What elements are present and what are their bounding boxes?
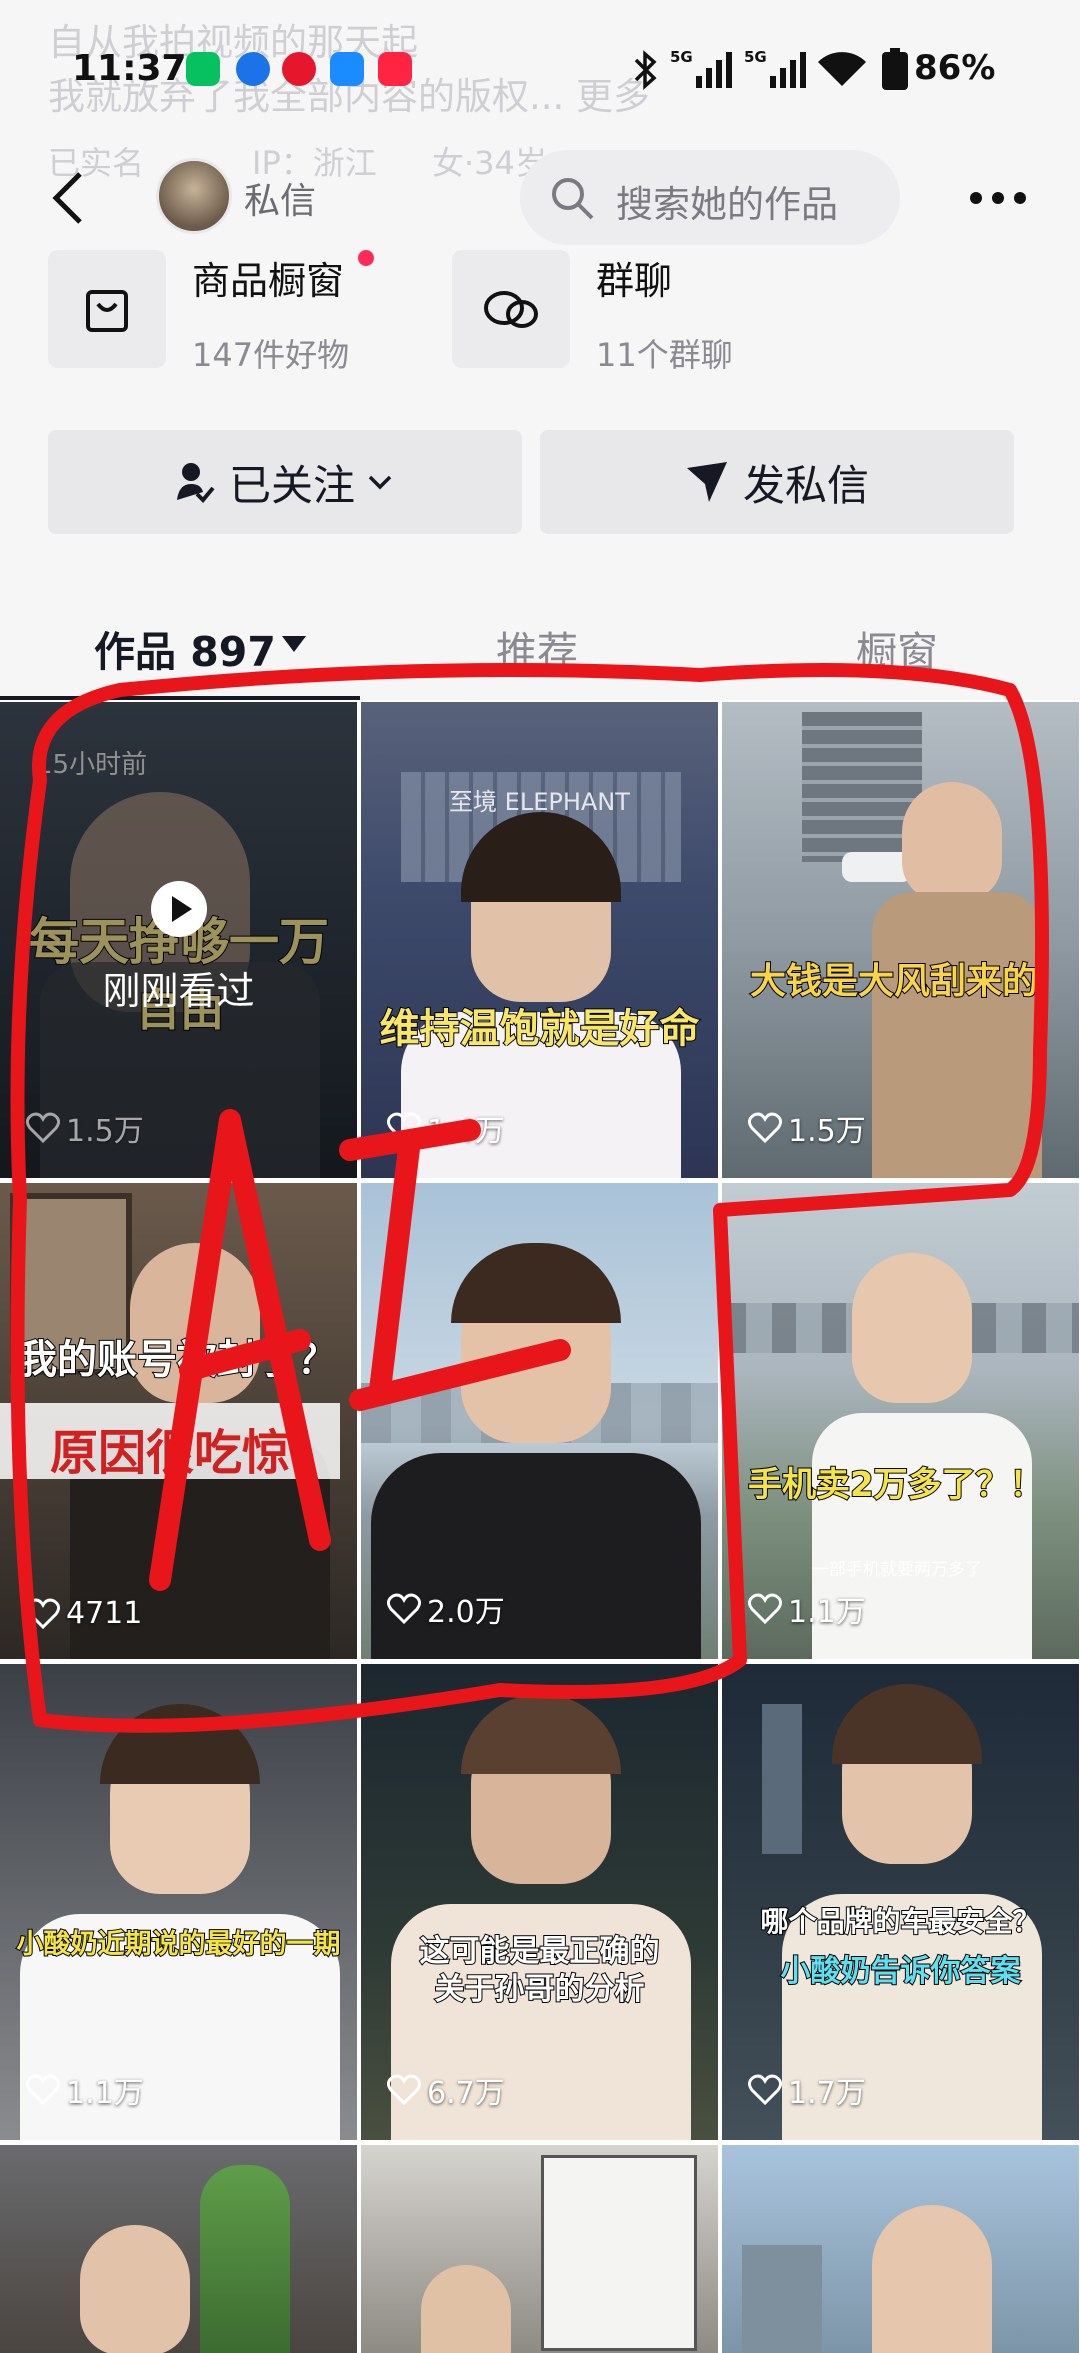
red-annotation-overlay bbox=[10, 663, 1049, 1733]
annotation-scribble bbox=[10, 663, 1049, 1733]
